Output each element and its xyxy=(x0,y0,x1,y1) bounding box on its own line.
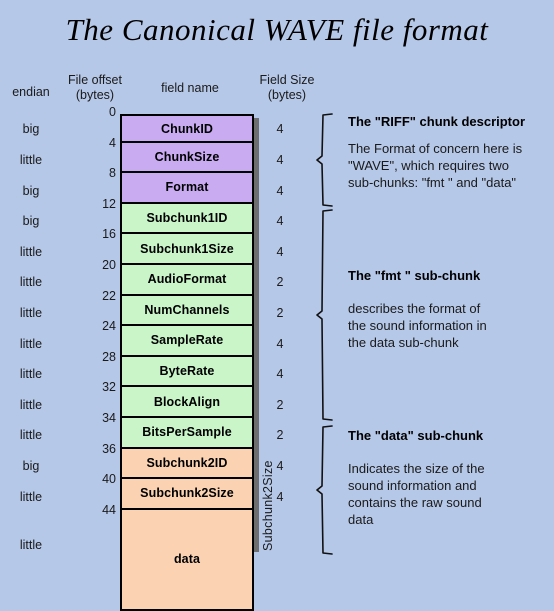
field-box-Format: Format xyxy=(120,171,254,204)
endian-ChunkID: big xyxy=(22,122,40,137)
endian-BitsPerSample: little xyxy=(19,428,43,443)
endian-data: little xyxy=(19,537,43,552)
endian-BlockAlign: little xyxy=(19,397,43,412)
file-offset-28: 28 xyxy=(102,349,116,364)
note-fmt-body: describes the format of the sound inform… xyxy=(348,300,554,351)
file-offset-8: 8 xyxy=(109,166,116,181)
field-size-ChunkID: 4 xyxy=(276,122,284,137)
page-title: The Canonical WAVE file format xyxy=(65,12,489,47)
column-header-field-size: Field Size (bytes) xyxy=(238,73,336,103)
field-box-SampleRate: SampleRate xyxy=(120,324,254,357)
file-offset-22: 22 xyxy=(102,288,116,303)
field-box-Subchunk1Size: Subchunk1Size xyxy=(120,232,254,265)
column-header-field-name: field name xyxy=(161,81,219,95)
file-offset-44: 44 xyxy=(102,502,116,517)
note-data-title: The "data" sub-chunk xyxy=(348,428,484,443)
field-box-data: data xyxy=(120,507,254,611)
field-box-label: Subchunk1ID xyxy=(146,211,228,226)
field-box-ByteRate: ByteRate xyxy=(120,354,254,388)
note-fmt-title: The "fmt " sub-chunk xyxy=(348,268,481,283)
file-offset-20: 20 xyxy=(102,258,116,272)
field-box-label: BitsPerSample xyxy=(142,425,232,440)
field-box-BitsPerSample: BitsPerSample xyxy=(120,416,254,449)
column-header-file-offset-line2: (bytes) xyxy=(75,88,115,102)
note-riff-line-3: sub-chunks: "fmt " and "data" xyxy=(348,175,517,190)
diagram-canvas: The Canonical WAVE file format endian Fi… xyxy=(0,0,554,611)
endian-AudioFormat: little xyxy=(19,275,43,290)
note-fmt: The "fmt " sub-chunk describes the forma… xyxy=(348,268,554,351)
field-box-AudioFormat: AudioFormat xyxy=(120,263,254,296)
field-box-label: Subchunk2Size xyxy=(140,486,234,501)
field-size-BitsPerSample: 2 xyxy=(276,428,284,443)
note-data-line-4: data xyxy=(348,512,374,527)
field-size-SampleRate: 4 xyxy=(276,336,284,351)
file-offset-24: 24 xyxy=(102,319,116,334)
field-box-label: ByteRate xyxy=(159,364,215,379)
field-box-NumChannels: NumChannels xyxy=(120,293,254,327)
note-data-line-1: Indicates the size of the xyxy=(348,461,485,476)
file-offset-34: 34 xyxy=(102,411,116,425)
field-box-label: NumChannels xyxy=(144,302,230,317)
field-box-label: ChunkSize xyxy=(154,149,220,164)
endian-NumChannels: little xyxy=(19,305,43,320)
note-riff: The "RIFF" chunk descriptor The Format o… xyxy=(348,114,554,191)
column-header-field-size-line1: Field Size xyxy=(259,73,315,87)
note-fmt-line-1: describes the format of xyxy=(348,301,481,316)
file-offset-16: 16 xyxy=(102,227,116,242)
file-offset-4: 4 xyxy=(109,135,116,150)
endian-ChunkSize: little xyxy=(19,152,43,167)
field-box-label: ChunkID xyxy=(160,122,214,137)
endian-Subchunk2ID: big xyxy=(22,458,40,473)
note-data-line-2: sound information and xyxy=(348,478,477,493)
field-size-ChunkSize: 4 xyxy=(276,152,284,167)
field-box-BlockAlign: BlockAlign xyxy=(120,385,254,418)
field-box-ChunkSize: ChunkSize xyxy=(120,140,254,174)
field-size-NumChannels: 2 xyxy=(276,305,284,320)
field-box-label: Format xyxy=(165,180,209,195)
endian-Subchunk2Size: little xyxy=(19,489,43,504)
note-riff-body: The Format of concern here is "WAVE", wh… xyxy=(348,140,554,191)
field-box-label: BlockAlign xyxy=(153,394,221,409)
note-riff-title: The "RIFF" chunk descriptor xyxy=(348,114,526,129)
field-size-AudioFormat: 2 xyxy=(276,275,284,290)
note-riff-line-2: "WAVE", which requires two xyxy=(348,158,509,173)
field-box-Subchunk2Size: Subchunk2Size xyxy=(120,477,254,510)
field-box-label: Subchunk2ID xyxy=(146,455,228,470)
column-header-endian: endian xyxy=(12,85,50,99)
endian-Format: big xyxy=(22,183,40,198)
brace-riff xyxy=(316,113,333,207)
field-size-Subchunk1ID: 4 xyxy=(276,214,284,229)
column-header-file-offset-line1: File offset xyxy=(68,73,122,87)
field-box-label: data xyxy=(173,552,201,567)
note-data-body: Indicates the size of the sound informat… xyxy=(348,460,554,528)
endian-Subchunk1Size: little xyxy=(19,244,43,259)
field-size-Subchunk1Size: 4 xyxy=(276,244,284,259)
field-box-label: AudioFormat xyxy=(147,272,227,287)
brace-data xyxy=(316,425,333,555)
column-header-field-size-line2: (bytes) xyxy=(267,88,307,102)
field-size-BlockAlign: 2 xyxy=(276,397,284,412)
note-riff-line-1: The Format of concern here is xyxy=(348,141,523,156)
field-size-ByteRate: 4 xyxy=(276,367,284,382)
endian-SampleRate: little xyxy=(19,336,43,351)
endian-Subchunk1ID: big xyxy=(22,214,40,229)
field-box-Subchunk2ID: Subchunk2ID xyxy=(120,446,254,480)
note-fmt-line-2: the sound information in xyxy=(348,318,487,333)
file-offset-32: 32 xyxy=(102,380,116,395)
field-box-label: SampleRate xyxy=(150,333,224,348)
column-header-file-offset: File offset (bytes) xyxy=(60,73,130,103)
field-box-label: Subchunk1Size xyxy=(140,241,234,256)
field-size-Format: 4 xyxy=(276,183,284,198)
file-offset-36: 36 xyxy=(102,441,116,456)
endian-ByteRate: little xyxy=(19,367,43,382)
file-offset-12: 12 xyxy=(102,196,116,211)
brace-fmt xyxy=(316,209,333,421)
subchunk2size-vertical-label: Subchunk2Size xyxy=(261,460,275,552)
note-data: The "data" sub-chunk Indicates the size … xyxy=(348,428,554,528)
file-offset-40: 40 xyxy=(102,472,116,487)
note-data-line-3: contains the raw sound xyxy=(348,495,482,510)
file-offset-0: 0 xyxy=(109,105,116,119)
field-box-Subchunk1ID: Subchunk1ID xyxy=(120,201,254,235)
note-fmt-line-3: the data sub-chunk xyxy=(348,335,459,350)
